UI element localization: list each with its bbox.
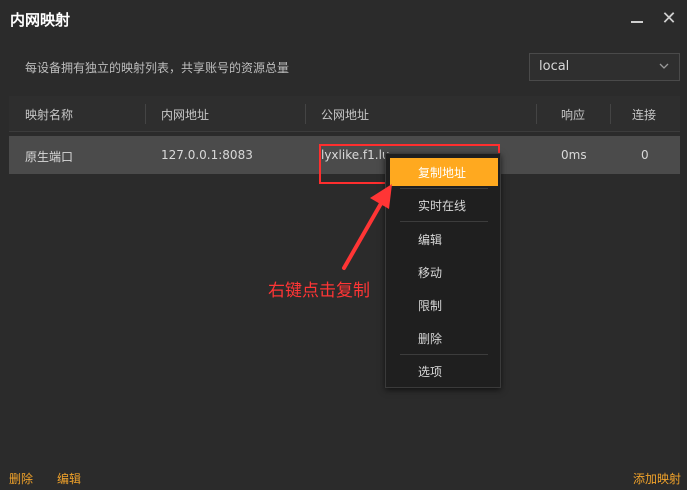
edit-link[interactable]: 编辑 [57, 470, 81, 487]
cell-response: 0ms [561, 148, 587, 162]
cell-name: 原生端口 [25, 150, 74, 164]
cell-local-address: 127.0.0.1:8083 [161, 148, 253, 162]
region-select[interactable]: local [529, 53, 680, 81]
menu-item-move[interactable]: 移动 [390, 258, 498, 286]
header-divider [305, 104, 306, 124]
header-connections: 连接 [632, 108, 657, 122]
header-public-address: 公网地址 [321, 108, 370, 122]
description-text: 每设备拥有独立的映射列表，共享账号的资源总量 [25, 61, 290, 75]
add-mapping-link[interactable]: 添加映射 [633, 470, 681, 487]
header-local-address: 内网地址 [161, 108, 210, 122]
annotation-arrow-icon [342, 184, 392, 270]
close-button[interactable]: ✕ [656, 6, 682, 32]
delete-link[interactable]: 删除 [9, 470, 33, 487]
header-divider [145, 104, 146, 124]
menu-divider [400, 188, 488, 189]
header-response: 响应 [561, 108, 586, 122]
header-divider [610, 104, 611, 124]
region-select-value: local [539, 59, 570, 74]
context-menu: 复制地址 实时在线 编辑 移动 限制 删除 选项 [385, 153, 501, 388]
menu-item-copy-address[interactable]: 复制地址 [390, 158, 498, 186]
minimize-button[interactable] [624, 6, 650, 32]
menu-item-edit[interactable]: 编辑 [390, 225, 498, 253]
menu-item-limit[interactable]: 限制 [390, 291, 498, 319]
menu-divider [400, 221, 488, 222]
menu-divider [400, 354, 488, 355]
title-bar: 内网映射 ✕ [0, 0, 687, 40]
menu-item-realtime-online[interactable]: 实时在线 [390, 191, 498, 219]
menu-item-delete[interactable]: 删除 [390, 324, 498, 352]
cell-connections: 0 [641, 148, 649, 162]
annotation-label: 右键点击复制 [268, 281, 370, 301]
table-header: 映射名称 内网地址 公网地址 响应 连接 [9, 96, 680, 132]
header-divider [536, 104, 537, 124]
chevron-down-icon [659, 63, 669, 69]
menu-item-options[interactable]: 选项 [390, 357, 498, 385]
close-icon: ✕ [661, 8, 677, 29]
minimize-icon [631, 21, 643, 23]
header-name: 映射名称 [25, 108, 74, 122]
window-title: 内网映射 [10, 11, 71, 29]
